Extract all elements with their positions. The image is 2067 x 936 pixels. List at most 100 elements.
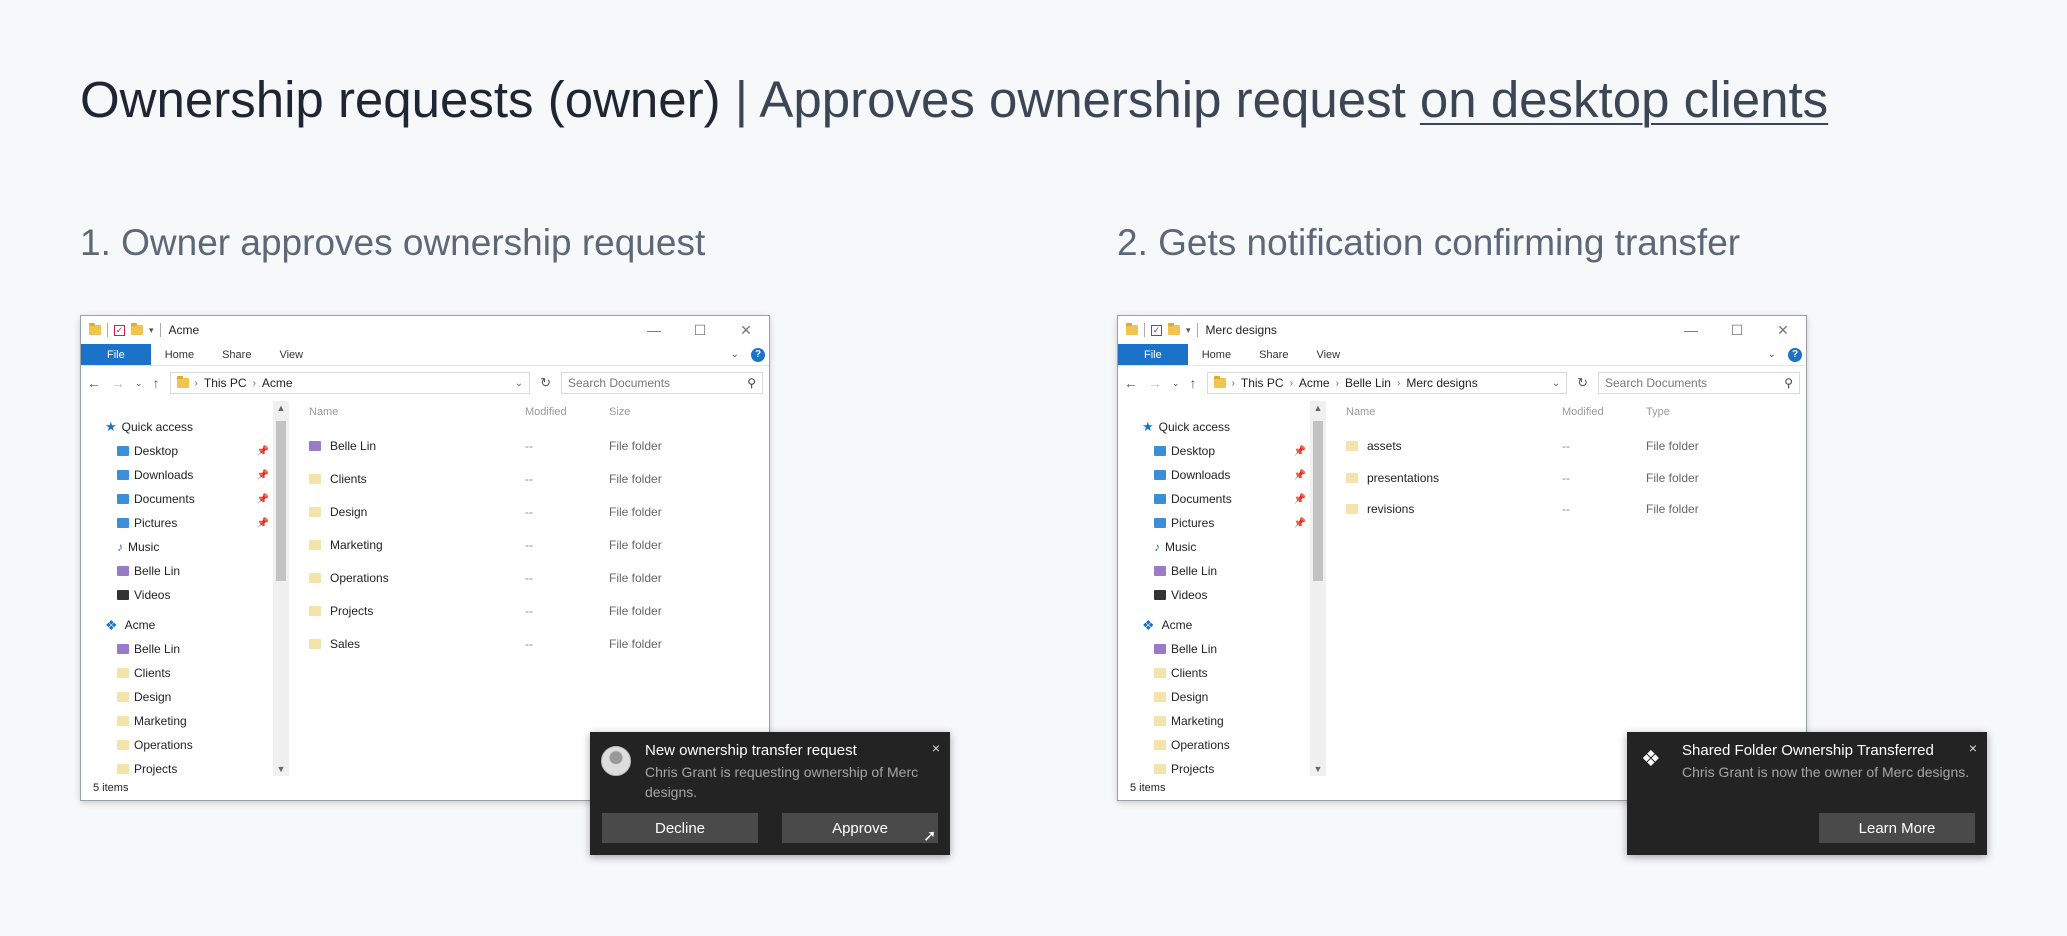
nav-item-music[interactable]: ♪ Music bbox=[1118, 535, 1310, 559]
nav-scrollbar[interactable]: ▲ ▼ bbox=[273, 401, 289, 776]
breadcrumb-item[interactable]: Merc designs bbox=[1406, 376, 1477, 390]
address-bar[interactable]: › This PC › Acme ⌄ bbox=[169, 372, 531, 394]
recent-locations-icon[interactable]: ⌄ bbox=[135, 378, 143, 389]
expand-ribbon-icon[interactable]: ⌄ bbox=[1768, 349, 1776, 360]
search-icon[interactable]: ⚲ bbox=[1784, 376, 1793, 390]
nav-item-acme[interactable]: ❖ Acme bbox=[1118, 613, 1310, 637]
learn-more-button[interactable]: Learn More bbox=[1819, 813, 1975, 843]
scrollbar-thumb[interactable] bbox=[276, 421, 286, 581]
nav-item-acme[interactable]: ❖ Acme bbox=[81, 613, 273, 637]
close-window-icon[interactable]: ✕ bbox=[723, 322, 769, 339]
nav-item-belle-lin[interactable]: Belle Lin bbox=[81, 559, 273, 583]
minimize-icon[interactable]: — bbox=[1668, 322, 1714, 339]
help-icon[interactable]: ? bbox=[751, 347, 765, 362]
expand-ribbon-icon[interactable]: ⌄ bbox=[731, 349, 739, 360]
nav-item-belle-lin[interactable]: Belle Lin bbox=[1118, 559, 1310, 583]
address-dropdown-icon[interactable]: ⌄ bbox=[1552, 378, 1560, 389]
file-row[interactable]: assets -- File folder bbox=[1346, 429, 1806, 462]
column-header-modified[interactable]: Modified bbox=[1562, 406, 1646, 418]
close-window-icon[interactable]: ✕ bbox=[1760, 322, 1806, 339]
new-folder-icon[interactable] bbox=[1168, 323, 1180, 335]
new-folder-icon[interactable] bbox=[131, 323, 143, 335]
breadcrumb-item[interactable]: Acme bbox=[262, 376, 293, 390]
properties-icon[interactable]: ✓ bbox=[114, 324, 125, 336]
pin-icon[interactable]: 📌 bbox=[257, 518, 269, 529]
nav-item-downloads[interactable]: Downloads 📌 bbox=[81, 463, 273, 487]
breadcrumb-item[interactable]: Belle Lin bbox=[1345, 376, 1391, 390]
nav-item-design[interactable]: Design bbox=[81, 685, 273, 709]
breadcrumb-item[interactable]: Acme bbox=[1299, 376, 1330, 390]
column-header-name[interactable]: Name bbox=[1346, 406, 1562, 418]
breadcrumb-item[interactable]: This PC bbox=[1241, 376, 1284, 390]
nav-item-operations[interactable]: Operations bbox=[1118, 733, 1310, 757]
file-row[interactable]: Operations -- File folder bbox=[309, 561, 769, 594]
nav-item-quick-access[interactable]: ★ Quick access bbox=[1118, 415, 1310, 439]
nav-item-pictures[interactable]: Pictures 📌 bbox=[1118, 511, 1310, 535]
address-dropdown-icon[interactable]: ⌄ bbox=[515, 378, 523, 389]
file-row[interactable]: Projects -- File folder bbox=[309, 594, 769, 627]
tab-home[interactable]: Home bbox=[1188, 344, 1245, 365]
tab-share[interactable]: Share bbox=[208, 344, 265, 365]
nav-item-videos[interactable]: Videos bbox=[1118, 583, 1310, 607]
nav-item-belle-lin[interactable]: Belle Lin bbox=[1118, 637, 1310, 661]
nav-item-desktop[interactable]: Desktop 📌 bbox=[1118, 439, 1310, 463]
column-header-size[interactable]: Size bbox=[609, 406, 630, 418]
pin-icon[interactable]: 📌 bbox=[1294, 494, 1306, 505]
nav-item-projects[interactable]: Projects bbox=[1118, 757, 1310, 776]
forward-icon[interactable]: → bbox=[1148, 375, 1162, 391]
minimize-icon[interactable]: — bbox=[631, 322, 677, 339]
column-header-modified[interactable]: Modified bbox=[525, 406, 609, 418]
pin-icon[interactable]: 📌 bbox=[257, 470, 269, 481]
close-icon[interactable]: × bbox=[932, 740, 940, 756]
file-row[interactable]: Clients -- File folder bbox=[309, 462, 769, 495]
search-input[interactable]: Search Documents ⚲ bbox=[1598, 372, 1800, 394]
close-icon[interactable]: × bbox=[1969, 740, 1977, 756]
file-row[interactable]: Belle Lin -- File folder bbox=[309, 429, 769, 462]
tab-home[interactable]: Home bbox=[151, 344, 208, 365]
nav-item-clients[interactable]: Clients bbox=[81, 661, 273, 685]
file-row[interactable]: Design -- File folder bbox=[309, 495, 769, 528]
tab-file[interactable]: File bbox=[1118, 344, 1188, 365]
nav-item-quick-access[interactable]: ★ Quick access bbox=[81, 415, 273, 439]
nav-item-documents[interactable]: Documents 📌 bbox=[81, 487, 273, 511]
search-icon[interactable]: ⚲ bbox=[747, 376, 756, 390]
tab-share[interactable]: Share bbox=[1245, 344, 1302, 365]
nav-item-pictures[interactable]: Pictures 📌 bbox=[81, 511, 273, 535]
nav-item-documents[interactable]: Documents 📌 bbox=[1118, 487, 1310, 511]
tab-view[interactable]: View bbox=[265, 344, 317, 365]
tab-file[interactable]: File bbox=[81, 344, 151, 365]
nav-item-operations[interactable]: Operations bbox=[81, 733, 273, 757]
maximize-icon[interactable]: ☐ bbox=[677, 322, 723, 339]
refresh-icon[interactable]: ↻ bbox=[540, 375, 551, 391]
nav-scrollbar[interactable]: ▲ ▼ bbox=[1310, 401, 1326, 776]
customize-toolbar-icon[interactable]: ▾ bbox=[1186, 325, 1191, 336]
desktop-clients-link[interactable]: on desktop clients bbox=[1420, 71, 1828, 128]
scroll-up-icon[interactable]: ▲ bbox=[1310, 403, 1326, 413]
breadcrumb-item[interactable]: This PC bbox=[204, 376, 247, 390]
nav-item-marketing[interactable]: Marketing bbox=[81, 709, 273, 733]
scrollbar-thumb[interactable] bbox=[1313, 421, 1323, 581]
nav-item-projects[interactable]: Projects bbox=[81, 757, 273, 776]
scroll-down-icon[interactable]: ▼ bbox=[1310, 764, 1326, 774]
decline-button[interactable]: Decline bbox=[602, 813, 758, 843]
up-icon[interactable]: ↑ bbox=[153, 375, 160, 391]
pin-icon[interactable]: 📌 bbox=[257, 494, 269, 505]
file-row[interactable]: Marketing -- File folder bbox=[309, 528, 769, 561]
file-row[interactable]: presentations -- File folder bbox=[1346, 462, 1806, 494]
file-row[interactable]: revisions -- File folder bbox=[1346, 494, 1806, 524]
nav-item-clients[interactable]: Clients bbox=[1118, 661, 1310, 685]
nav-item-desktop[interactable]: Desktop 📌 bbox=[81, 439, 273, 463]
forward-icon[interactable]: → bbox=[111, 375, 125, 391]
nav-item-music[interactable]: ♪ Music bbox=[81, 535, 273, 559]
nav-item-marketing[interactable]: Marketing bbox=[1118, 709, 1310, 733]
back-icon[interactable]: ← bbox=[1124, 375, 1138, 391]
recent-locations-icon[interactable]: ⌄ bbox=[1172, 378, 1180, 389]
properties-icon[interactable]: ✓ bbox=[1151, 324, 1162, 336]
up-icon[interactable]: ↑ bbox=[1190, 375, 1197, 391]
nav-item-belle-lin[interactable]: Belle Lin bbox=[81, 637, 273, 661]
tab-view[interactable]: View bbox=[1302, 344, 1354, 365]
help-icon[interactable]: ? bbox=[1788, 347, 1802, 362]
nav-item-design[interactable]: Design bbox=[1118, 685, 1310, 709]
nav-item-downloads[interactable]: Downloads 📌 bbox=[1118, 463, 1310, 487]
approve-button[interactable]: Approve bbox=[782, 813, 938, 843]
